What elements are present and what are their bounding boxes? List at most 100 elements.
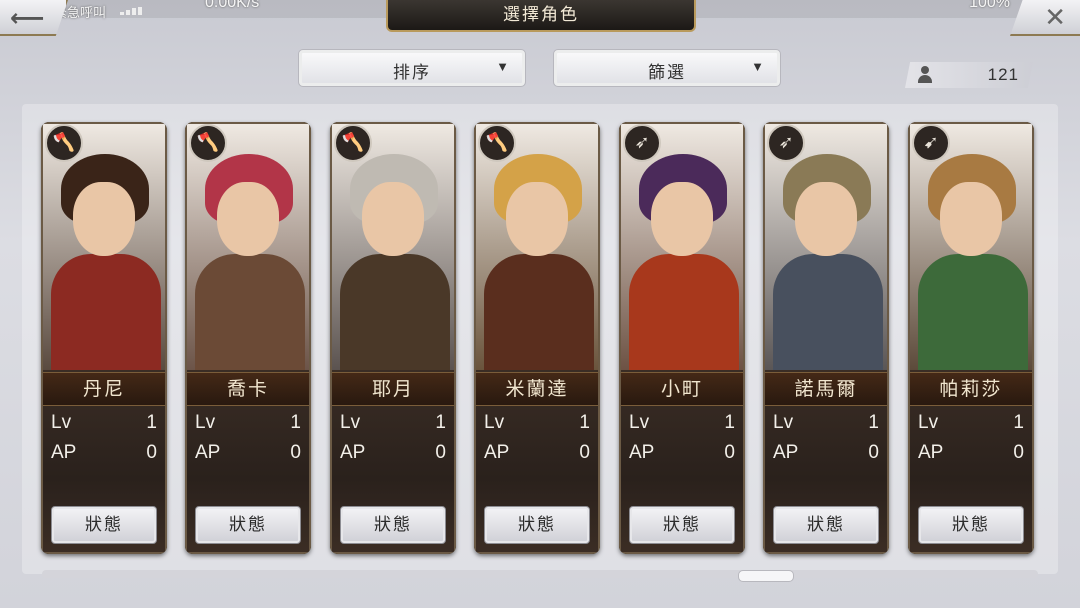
ap-row: AP 0: [484, 442, 590, 466]
character-name: 丹尼: [43, 372, 165, 406]
chevron-down-icon: ▼: [751, 59, 764, 74]
portrait-body: [340, 254, 450, 372]
level-value: 1: [290, 412, 301, 433]
portrait-body: [195, 254, 305, 372]
ap-value: 0: [724, 442, 735, 463]
ap-row: AP 0: [340, 442, 446, 466]
status-button[interactable]: 狀態: [51, 506, 157, 544]
character-name: 帕莉莎: [910, 372, 1032, 406]
portrait-face: [795, 182, 857, 256]
ap-row: AP 0: [918, 442, 1024, 466]
scrollbar-thumb[interactable]: [738, 570, 794, 582]
level-row: Lv 1: [773, 412, 879, 436]
spear-icon: ➶: [767, 124, 805, 162]
back-arrow-icon: ⟵: [10, 5, 45, 32]
level-row: Lv 1: [195, 412, 301, 436]
page-title: 選擇角色: [386, 0, 696, 32]
portrait-body: [629, 254, 739, 372]
level-value: 1: [146, 412, 157, 433]
ap-value: 0: [290, 442, 301, 463]
character-card[interactable]: 🪓 喬卡 Lv 1 AP 0 狀態: [185, 122, 311, 554]
battery-text: 100%: [969, 0, 1010, 11]
character-card[interactable]: 🪓 米蘭達 Lv 1 AP 0 狀態: [474, 122, 600, 554]
level-value: 1: [1013, 412, 1024, 433]
axe-icon: 🪓: [45, 124, 83, 162]
close-icon: ✕: [1044, 2, 1066, 32]
ap-value: 0: [1013, 442, 1024, 463]
level-label: Lv: [629, 412, 650, 433]
portrait-body: [773, 254, 883, 372]
portrait-face: [940, 182, 1002, 256]
person-icon: [917, 66, 933, 84]
axe-icon: 🪓: [189, 124, 227, 162]
portrait-body: [51, 254, 161, 372]
ap-row: AP 0: [773, 442, 879, 466]
ap-label: AP: [51, 442, 77, 463]
level-value: 1: [435, 412, 446, 433]
character-name: 米蘭達: [476, 372, 598, 406]
ap-label: AP: [195, 442, 221, 463]
signal-icon: [120, 0, 148, 15]
character-card[interactable]: 🪓 耶月 Lv 1 AP 0 狀態: [330, 122, 456, 554]
filter-dropdown[interactable]: 篩選 ▼: [553, 49, 781, 87]
level-value: 1: [724, 412, 735, 433]
portrait-face: [217, 182, 279, 256]
level-label: Lv: [918, 412, 939, 433]
chevron-down-icon: ▼: [496, 59, 509, 74]
status-button[interactable]: 狀態: [773, 506, 879, 544]
ap-value: 0: [146, 442, 157, 463]
portrait-face: [506, 182, 568, 256]
level-label: Lv: [340, 412, 361, 433]
back-button[interactable]: ⟵: [0, 0, 68, 36]
character-name: 小町: [621, 372, 743, 406]
status-button[interactable]: 狀態: [629, 506, 735, 544]
filter-label: 篩選: [648, 63, 686, 82]
sort-label: 排序: [393, 63, 431, 82]
ap-label: AP: [629, 442, 655, 463]
ap-row: AP 0: [195, 442, 301, 466]
portrait-body: [484, 254, 594, 372]
spear-icon: ➶: [623, 124, 661, 162]
level-label: Lv: [773, 412, 794, 433]
status-button[interactable]: 狀態: [340, 506, 446, 544]
portrait-body: [918, 254, 1028, 372]
axe-icon: 🪓: [478, 124, 516, 162]
character-card[interactable]: ➶ 諾馬爾 Lv 1 AP 0 狀態: [763, 122, 889, 554]
ap-label: AP: [773, 442, 799, 463]
level-row: Lv 1: [340, 412, 446, 436]
bow-icon: ➹: [912, 124, 950, 162]
character-name: 耶月: [332, 372, 454, 406]
character-card[interactable]: 🪓 丹尼 Lv 1 AP 0 狀態: [41, 122, 167, 554]
ap-value: 0: [868, 442, 879, 463]
level-row: Lv 1: [51, 412, 157, 436]
ap-label: AP: [340, 442, 366, 463]
ap-label: AP: [484, 442, 510, 463]
ap-row: AP 0: [629, 442, 735, 466]
level-value: 1: [868, 412, 879, 433]
ap-label: AP: [918, 442, 944, 463]
level-value: 1: [579, 412, 590, 433]
character-name: 喬卡: [187, 372, 309, 406]
portrait-face: [73, 182, 135, 256]
network-speed: 0.00K/s: [205, 0, 260, 11]
status-button[interactable]: 狀態: [484, 506, 590, 544]
ap-row: AP 0: [51, 442, 157, 466]
level-label: Lv: [484, 412, 505, 433]
ap-value: 0: [579, 442, 590, 463]
level-row: Lv 1: [629, 412, 735, 436]
character-card[interactable]: ➹ 帕莉莎 Lv 1 AP 0 狀態: [908, 122, 1034, 554]
level-row: Lv 1: [484, 412, 590, 436]
portrait-face: [651, 182, 713, 256]
level-row: Lv 1: [918, 412, 1024, 436]
character-count: 121: [905, 62, 1033, 88]
status-button[interactable]: 狀態: [918, 506, 1024, 544]
axe-icon: 🪓: [334, 124, 372, 162]
character-card[interactable]: ➶ 小町 Lv 1 AP 0 狀態: [619, 122, 745, 554]
status-button[interactable]: 狀態: [195, 506, 301, 544]
character-name: 諾馬爾: [765, 372, 887, 406]
sort-dropdown[interactable]: 排序 ▼: [298, 49, 526, 87]
count-value: 121: [987, 65, 1019, 84]
scrollbar-track[interactable]: [42, 570, 1038, 578]
level-label: Lv: [195, 412, 216, 433]
portrait-face: [362, 182, 424, 256]
